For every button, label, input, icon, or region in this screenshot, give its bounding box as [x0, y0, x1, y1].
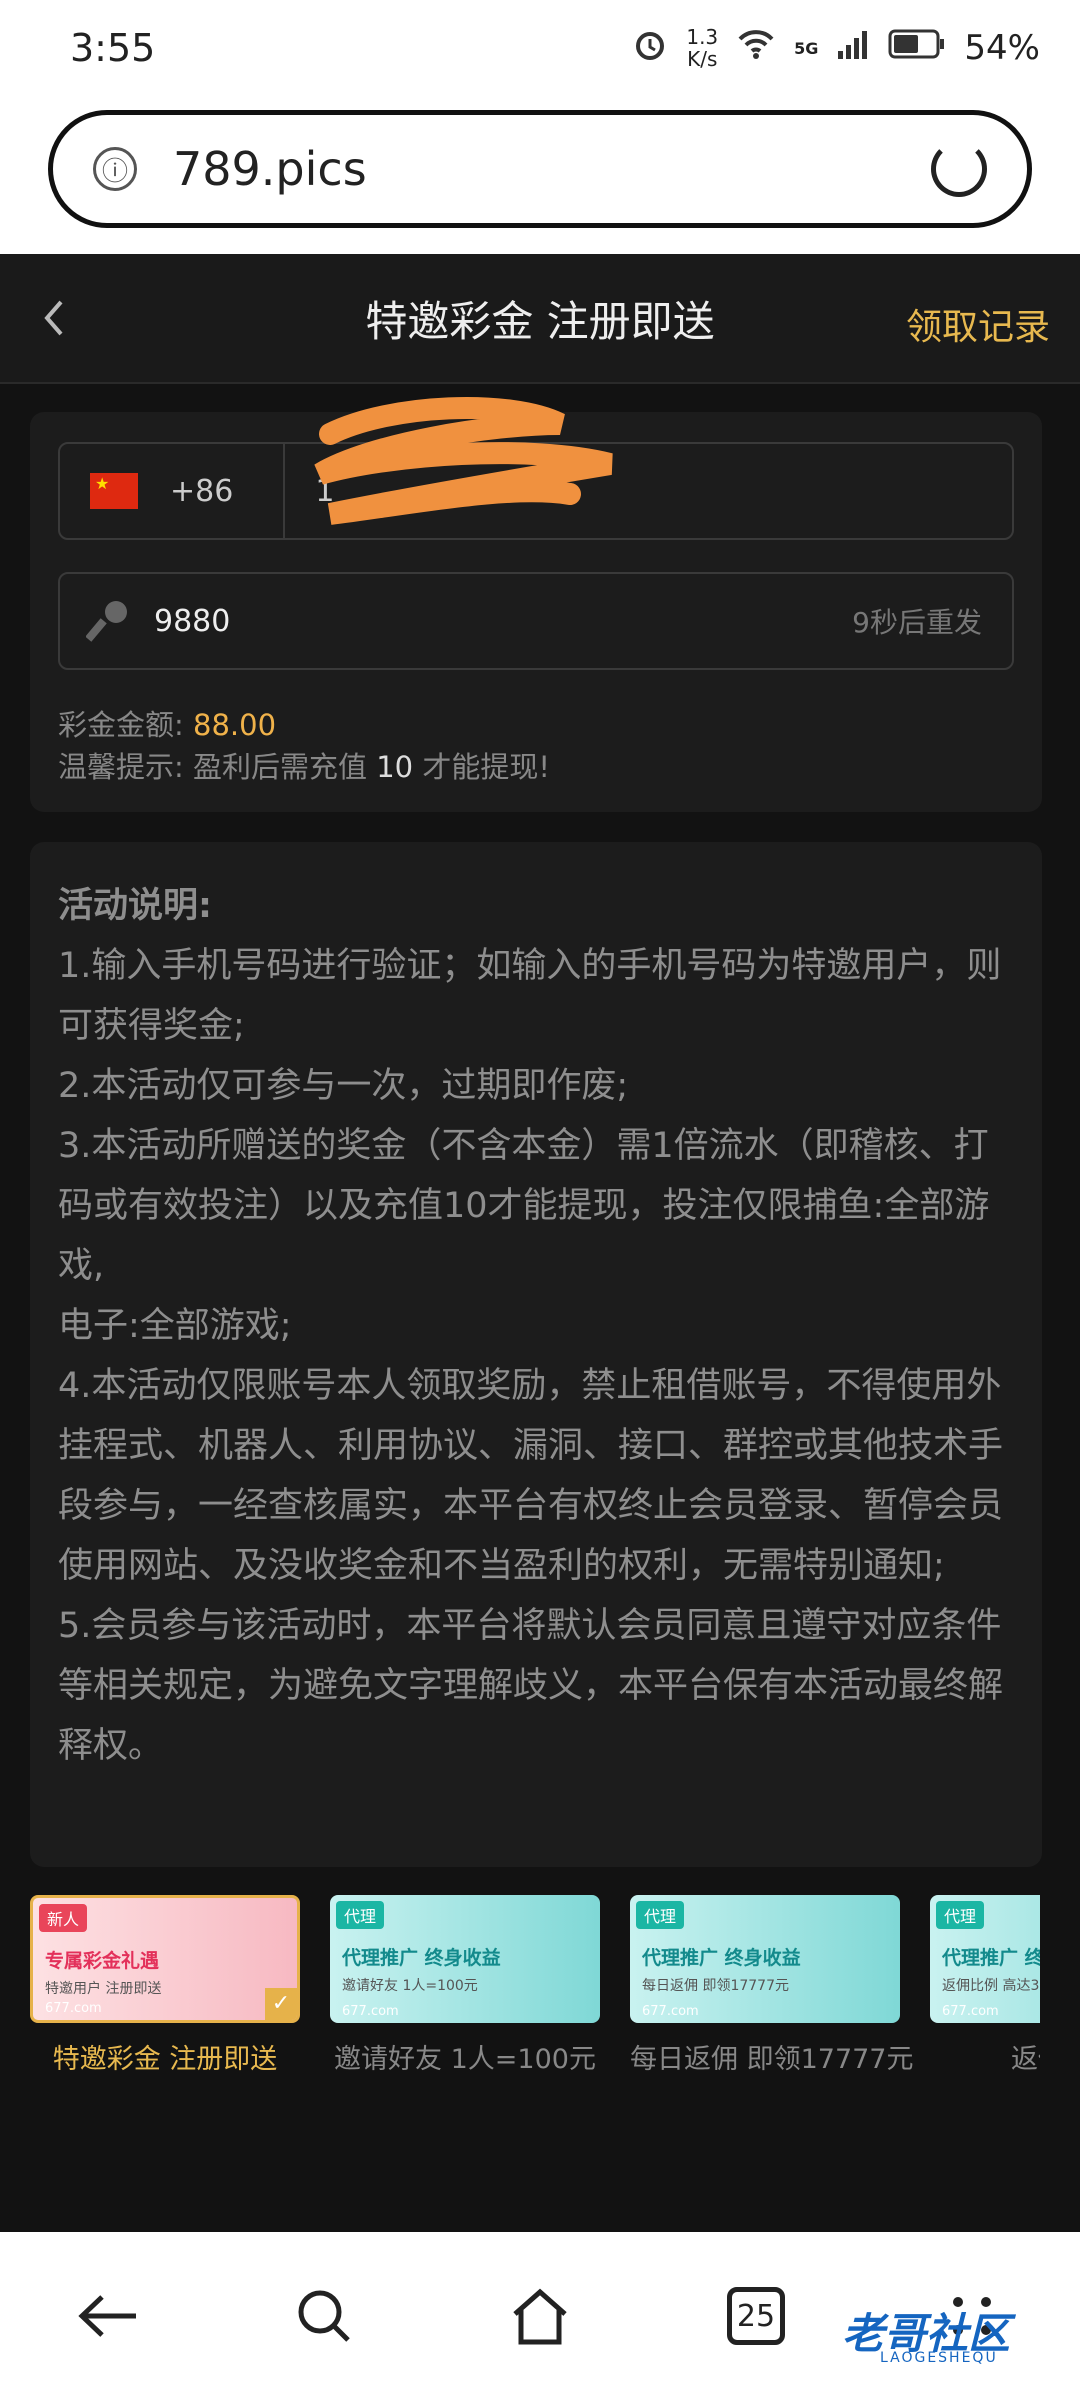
banner-title: 代理推广 终身收益 — [342, 1947, 501, 1969]
signal-icon — [836, 27, 870, 70]
banner-image[interactable]: 代理 代理推广 终身收益 每日返佣 即领17777元 677.com — [630, 1895, 900, 2023]
banner-domain: 677.com — [45, 2001, 102, 2016]
banner-image[interactable]: 代理 代理推广 终身收益 邀请好友 1人=100元 677.com — [330, 1895, 600, 2023]
check-icon: ✓ — [265, 1988, 297, 2020]
promo-banner[interactable]: 代理 代理推广 终身收 返佣比例 高达3.0 677.com 返佣比例 — [930, 1895, 1040, 2076]
rule-line-4: 电子:全部游戏; — [58, 1306, 292, 1346]
banner-subtitle: 返佣比例 高达3.0 — [942, 1978, 1040, 1994]
key-icon — [86, 601, 127, 642]
rule-line-2: 2.本活动仅可参与一次，过期即作废; — [58, 1066, 629, 1106]
banner-domain: 677.com — [342, 2004, 399, 2019]
rule-line-1: 1.输入手机号码进行验证；如输入的手机号码为特邀用户，则可获得奖金; — [58, 946, 1002, 1046]
rule-line-6: 5.会员参与该活动时，本平台将默认会员同意且遵守对应条件等相关规定，为避免文字理… — [58, 1606, 1004, 1766]
tip-prefix: 温馨提示: 盈利后需充值 — [58, 750, 367, 784]
rule-line-5: 4.本活动仅限账号本人领取奖励，禁止租借账号，不得使用外挂程式、机器人、利用协议… — [58, 1366, 1004, 1586]
home-icon[interactable] — [500, 2276, 580, 2356]
battery-percent: 54% — [964, 28, 1040, 68]
banner-tag: 新人 — [39, 1904, 88, 1932]
country-code[interactable]: +86 — [170, 474, 233, 509]
tabs-count[interactable]: 25 — [727, 2287, 785, 2345]
reload-icon[interactable] — [931, 141, 987, 197]
activity-rules: 活动说明: 1.输入手机号码进行验证；如输入的手机号码为特邀用户，则可获得奖金;… — [30, 842, 1042, 1867]
search-icon[interactable] — [284, 2276, 364, 2356]
promo-banner[interactable]: 新人 专属彩金礼遇 特邀用户 注册即送 677.com ✓ 特邀彩金 注册即送 — [30, 1895, 300, 2076]
banner-subtitle: 邀请好友 1人=100元 — [342, 1978, 478, 1994]
net-speed-unit: K/s — [687, 47, 718, 71]
register-card: +86 1 9880 9秒后重发 彩金金额: 88.00 温馨提示: 盈利后需充… — [30, 396, 1042, 812]
banner-title: 代理推广 终身收益 — [642, 1947, 801, 1969]
banner-domain: 677.com — [942, 2004, 999, 2019]
network-type: 5G — [794, 38, 819, 58]
claim-record-link[interactable]: 领取记录 — [906, 298, 1050, 350]
watermark-sub: LAOGESHEQU — [880, 2350, 998, 2366]
china-flag-icon[interactable] — [90, 473, 138, 509]
amount-value: 88.00 — [193, 708, 277, 742]
phone-field[interactable]: +86 1 — [58, 396, 1014, 540]
rule-line-3: 3.本活动所赠送的奖金（不含本金）需1倍流水（即稽核、打码或有效投注）以及充值1… — [58, 1126, 990, 1286]
redaction-scribble — [314, 396, 613, 525]
page-header: 特邀彩金 注册即送 领取记录 — [0, 254, 1080, 384]
alarm-icon — [632, 26, 668, 71]
banner-label[interactable]: 每日返佣 即领17777元 — [630, 2037, 913, 2076]
url-text[interactable]: 789.pics — [173, 142, 367, 196]
banner-label[interactable]: 邀请好友 1人=100元 — [330, 2037, 600, 2076]
amount-label: 彩金金额: — [58, 708, 184, 742]
wifi-icon — [736, 27, 776, 70]
status-bar: 3:55 1.3 K/s 5G 54% — [0, 0, 1080, 96]
banner-tag: 代理 — [636, 1901, 685, 1929]
banner-tag: 代理 — [936, 1901, 985, 1929]
code-input[interactable]: 9880 — [154, 604, 230, 639]
status-time: 3:55 — [70, 26, 156, 70]
banner-label[interactable]: 返佣比例 — [930, 2037, 1040, 2076]
code-field[interactable]: 9880 9秒后重发 — [58, 572, 1014, 670]
tabs-button[interactable]: 25 — [716, 2276, 796, 2356]
resend-countdown[interactable]: 9秒后重发 — [852, 601, 982, 641]
back-arrow-icon[interactable] — [68, 2276, 148, 2356]
battery-icon — [888, 28, 946, 69]
divider — [283, 442, 286, 540]
browser-toolbar: ⓘ 789.pics — [0, 96, 1080, 254]
banner-image[interactable]: 代理 代理推广 终身收 返佣比例 高达3.0 677.com — [930, 1895, 1040, 2023]
tip-line: 温馨提示: 盈利后需充值 10 才能提现! — [58, 744, 550, 786]
banner-label[interactable]: 特邀彩金 注册即送 — [30, 2037, 300, 2076]
banner-image[interactable]: 新人 专属彩金礼遇 特邀用户 注册即送 677.com ✓ — [30, 1895, 300, 2023]
status-icons: 1.3 K/s 5G 54% — [632, 26, 1040, 71]
banner-title: 代理推广 终身收 — [942, 1947, 1040, 1969]
net-speed: 1.3 K/s — [686, 26, 718, 70]
promo-banner[interactable]: 代理 代理推广 终身收益 每日返佣 即领17777元 677.com 每日返佣 … — [630, 1895, 913, 2076]
tip-amount: 10 — [376, 750, 414, 784]
promo-banner-strip: 新人 专属彩金礼遇 特邀用户 注册即送 677.com ✓ 特邀彩金 注册即送 … — [30, 1895, 1040, 2095]
amount-line: 彩金金额: 88.00 — [58, 702, 276, 744]
banner-subtitle: 每日返佣 即领17777元 — [642, 1978, 789, 1994]
tip-suffix: 才能提现! — [422, 750, 550, 784]
address-bar[interactable]: ⓘ 789.pics — [48, 110, 1032, 228]
banner-tag: 代理 — [336, 1901, 385, 1929]
info-icon[interactable]: ⓘ — [93, 147, 137, 191]
banner-domain: 677.com — [642, 2004, 699, 2019]
rules-title: 活动说明: — [58, 886, 212, 926]
banner-subtitle: 特邀用户 注册即送 — [45, 1981, 162, 1997]
net-speed-value: 1.3 — [686, 25, 719, 49]
promo-banner[interactable]: 代理 代理推广 终身收益 邀请好友 1人=100元 677.com 邀请好友 1… — [330, 1895, 600, 2076]
banner-title: 专属彩金礼遇 — [45, 1950, 160, 1972]
